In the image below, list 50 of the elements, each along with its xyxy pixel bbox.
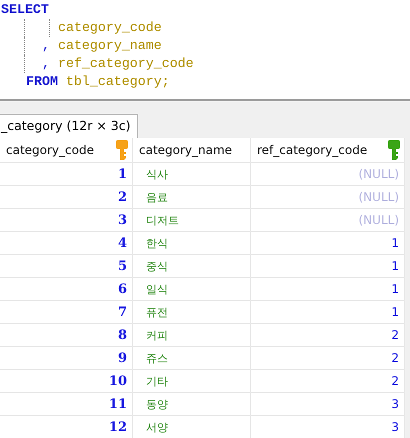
sql-identifier: tbl_category; [66,73,170,91]
primary-key-icon [116,140,128,160]
table-cell: 퓨전 [146,306,168,318]
table-cell: 음료 [146,190,168,204]
column-header[interactable]: ref_category_code [257,143,368,157]
table-cell: 9 [118,350,127,366]
table-cell: 서양 [146,420,168,434]
foreign-key-icon [388,140,400,160]
result-tab[interactable]: _category (12r × 3c) [0,114,138,138]
table-cell: 커피 [146,328,168,342]
table-cell: 12 [108,420,127,434]
table-cell: 1 [118,166,127,182]
table-cell: 1 [391,305,399,319]
table-cell: 동양 [146,398,168,410]
sql-identifier: category_name [58,37,162,55]
table-cell: 2 [118,190,127,204]
table-cell: 11 [108,396,127,412]
table-cell: 5 [118,258,127,274]
sql-keyword: SELECT [1,1,49,19]
table-cell: 중식 [146,260,168,272]
table-cell: 2 [391,351,399,365]
sql-identifier: ref_category_code [58,55,194,73]
table-cell: 2 [391,328,399,342]
sql-identifier: category_code [58,19,162,37]
table-cell: (NULL) [358,190,399,204]
table-cell: 3 [391,420,399,434]
table-cell: 2 [391,374,399,388]
table-cell: 기타 [146,374,168,388]
table-cell: 일식 [146,282,168,296]
table-cell: 식사 [146,168,168,180]
table-cell: (NULL) [358,167,399,181]
sql-comma: , [42,55,50,73]
table-cell: 1 [391,282,399,296]
table-cell: 3 [118,212,127,228]
table-cell: 한식 [146,236,168,250]
table-cell: 디저트 [146,214,179,226]
table-cell: 4 [118,236,127,250]
table-cell: 3 [391,397,399,411]
table-cell: 7 [118,304,127,320]
table-cell: 10 [108,374,127,388]
sql-comma: , [42,37,50,55]
column-header[interactable]: category_name [139,143,232,157]
table-cell: 1 [391,236,399,250]
table-cell: 쥬스 [146,352,168,364]
sql-keyword: FROM [26,73,58,91]
column-header[interactable]: category_code [6,143,94,157]
table-cell: 8 [118,328,127,342]
table-cell: (NULL) [358,213,399,227]
table-cell: 1 [391,259,399,273]
table-cell: 6 [118,282,127,296]
